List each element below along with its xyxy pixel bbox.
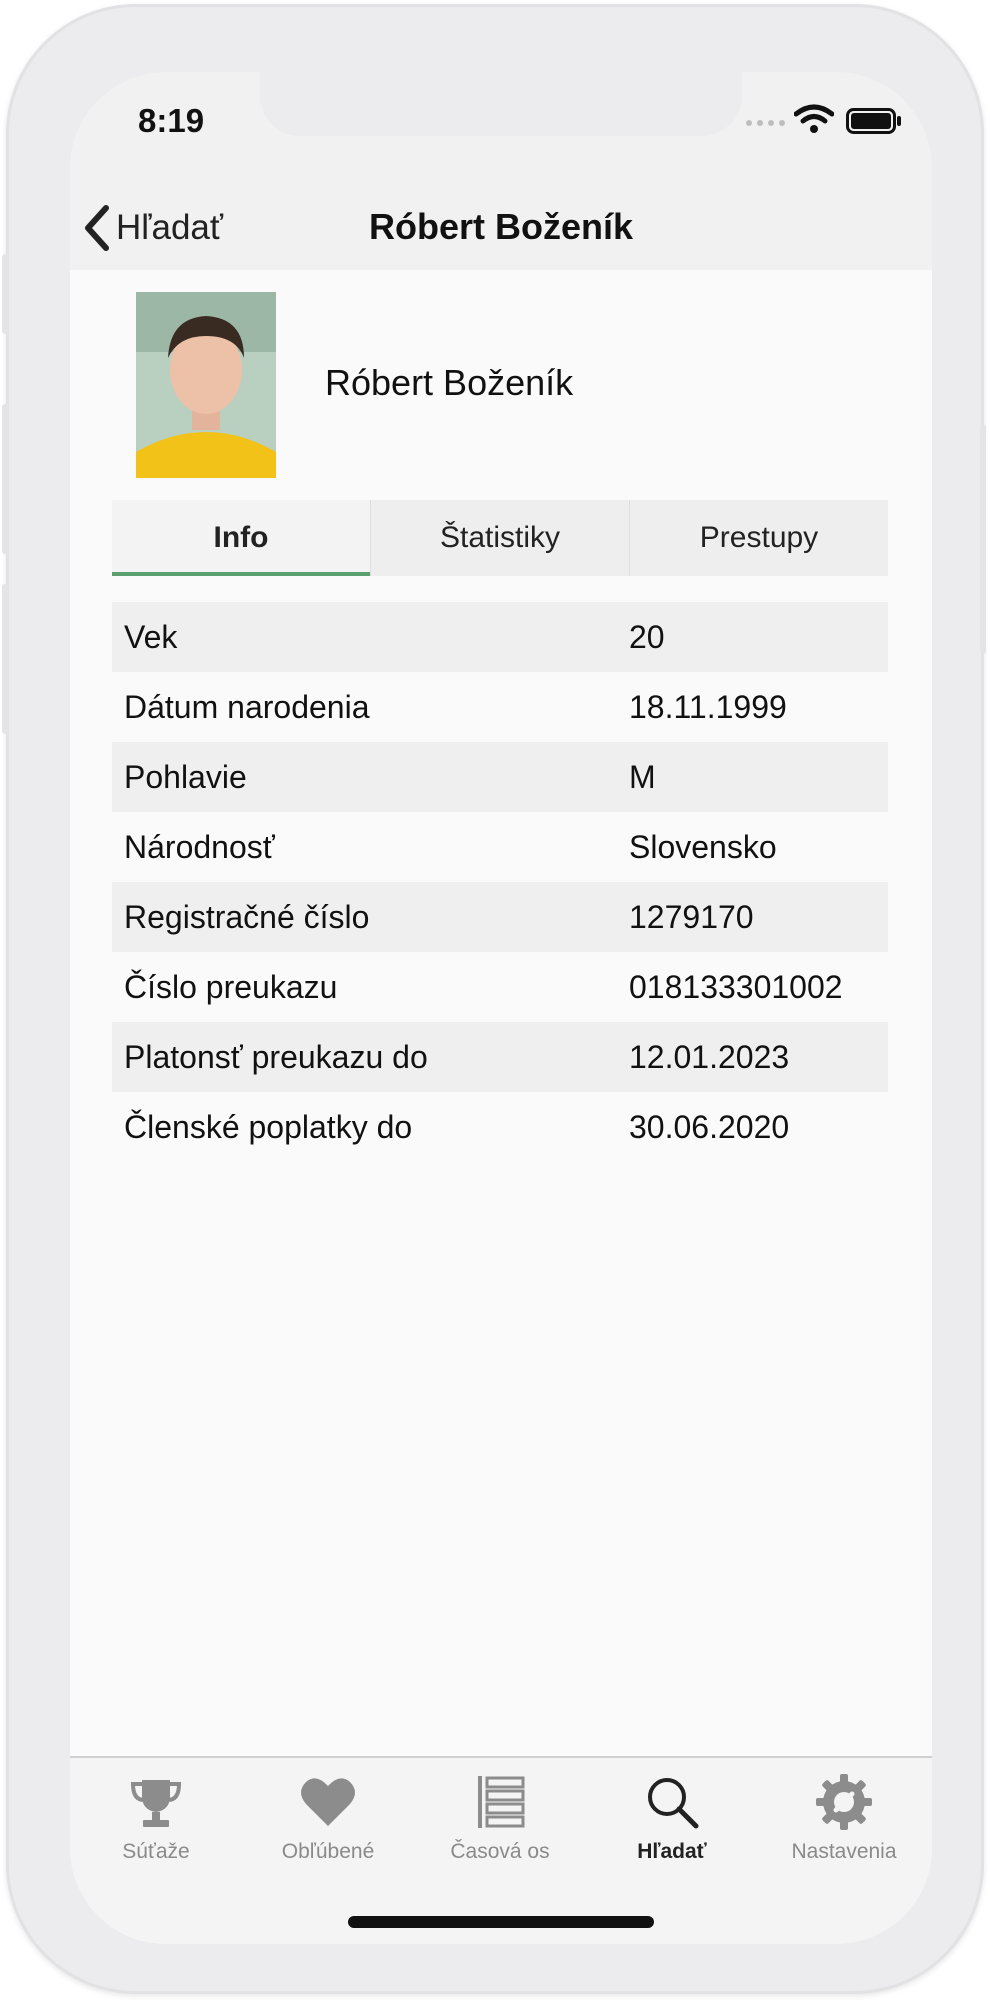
info-row-clenske-poplatky: Členské poplatky do 30.06.2020 <box>112 1092 888 1162</box>
row-label: Platonsť preukazu do <box>124 1038 428 1075</box>
tab-bar-item-nastavenia[interactable]: Nastavenia <box>758 1772 930 1864</box>
info-row-pohlavie: Pohlavie M <box>112 742 888 812</box>
tab-bar-item-oblubene[interactable]: Obľúbené <box>242 1772 414 1864</box>
tab-bar-item-hladat[interactable]: Hľadať <box>586 1772 758 1864</box>
row-value: 018133301002 <box>629 968 843 1005</box>
trophy-icon <box>130 1780 182 1827</box>
row-label: Registračné číslo <box>124 898 370 935</box>
player-photo <box>136 292 276 478</box>
info-row-registracne-cislo: Registračné číslo 1279170 <box>112 882 888 952</box>
info-row-cislo-preukazu: Číslo preukazu 018133301002 <box>112 952 888 1022</box>
row-label: Číslo preukazu <box>124 968 338 1005</box>
wifi-icon <box>794 104 834 133</box>
tab-bar-label: Časová os <box>450 1840 550 1863</box>
navigation-bar: Hľadať Róbert Boženík <box>70 192 932 270</box>
signal-icon <box>746 120 785 126</box>
heart-icon <box>301 1778 355 1826</box>
tab-statistiky[interactable]: Štatistiky <box>370 500 629 576</box>
tab-bar-label: Hľadať <box>637 1840 707 1863</box>
status-time: 8:19 <box>138 102 205 139</box>
info-row-platnost-preukazu: Platonsť preukazu do 12.01.2023 <box>112 1022 888 1092</box>
row-value: 1279170 <box>629 898 754 935</box>
power-button <box>980 424 986 654</box>
row-label: Členské poplatky do <box>124 1108 413 1145</box>
search-icon <box>648 1778 699 1829</box>
settings-gear-icon <box>816 1774 872 1830</box>
player-detail: Róbert Boženík Info Štatistiky Prestupy … <box>70 270 932 1756</box>
info-row-datum-narodenia: Dátum narodenia 18.11.1999 <box>112 672 888 742</box>
row-value: 12.01.2023 <box>629 1038 790 1075</box>
volume-up-button <box>2 404 8 554</box>
row-label: Vek <box>124 618 178 655</box>
screen: 8:19 Hľadať Róbert Boženík Róbert Božení… <box>70 72 932 1944</box>
tab-bar-label: Obľúbené <box>281 1840 375 1863</box>
page-title: Róbert Boženík <box>368 206 634 247</box>
tab-info[interactable]: Info <box>112 500 370 576</box>
tab-bar-item-casova-os[interactable]: Časová os <box>414 1772 586 1864</box>
info-table: Vek 20 Dátum narodenia 18.11.1999 Pohlav… <box>112 602 888 1162</box>
tab-bar-item-sutaze[interactable]: Súťaže <box>70 1772 242 1864</box>
player-name: Róbert Boženík <box>325 362 574 403</box>
row-label: Pohlavie <box>124 758 247 795</box>
info-row-narodnost: Národnosť Slovensko <box>112 812 888 882</box>
row-value: M <box>629 758 656 795</box>
home-indicator[interactable] <box>348 1916 654 1928</box>
phone-frame: 8:19 Hľadať Róbert Boženík Róbert Božení… <box>2 4 986 1994</box>
row-value: 30.06.2020 <box>629 1108 790 1145</box>
segmented-tabs: Info Štatistiky Prestupy <box>112 500 888 576</box>
tab-bar-label: Súťaže <box>122 1840 190 1863</box>
timeline-icon <box>478 1776 525 1828</box>
row-value: 18.11.1999 <box>629 688 787 725</box>
status-bar: 8:19 <box>70 72 932 192</box>
battery-icon <box>846 108 901 134</box>
volume-down-button <box>2 584 8 734</box>
row-value: Slovensko <box>629 828 777 865</box>
side-button <box>2 254 8 334</box>
row-label: Národnosť <box>124 828 275 865</box>
tab-bar-label: Nastavenia <box>791 1840 897 1863</box>
notch <box>260 72 742 136</box>
tab-prestupy[interactable]: Prestupy <box>629 500 888 576</box>
info-row-vek: Vek 20 <box>112 602 888 672</box>
row-label: Dátum narodenia <box>124 688 370 725</box>
row-value: 20 <box>629 618 665 655</box>
